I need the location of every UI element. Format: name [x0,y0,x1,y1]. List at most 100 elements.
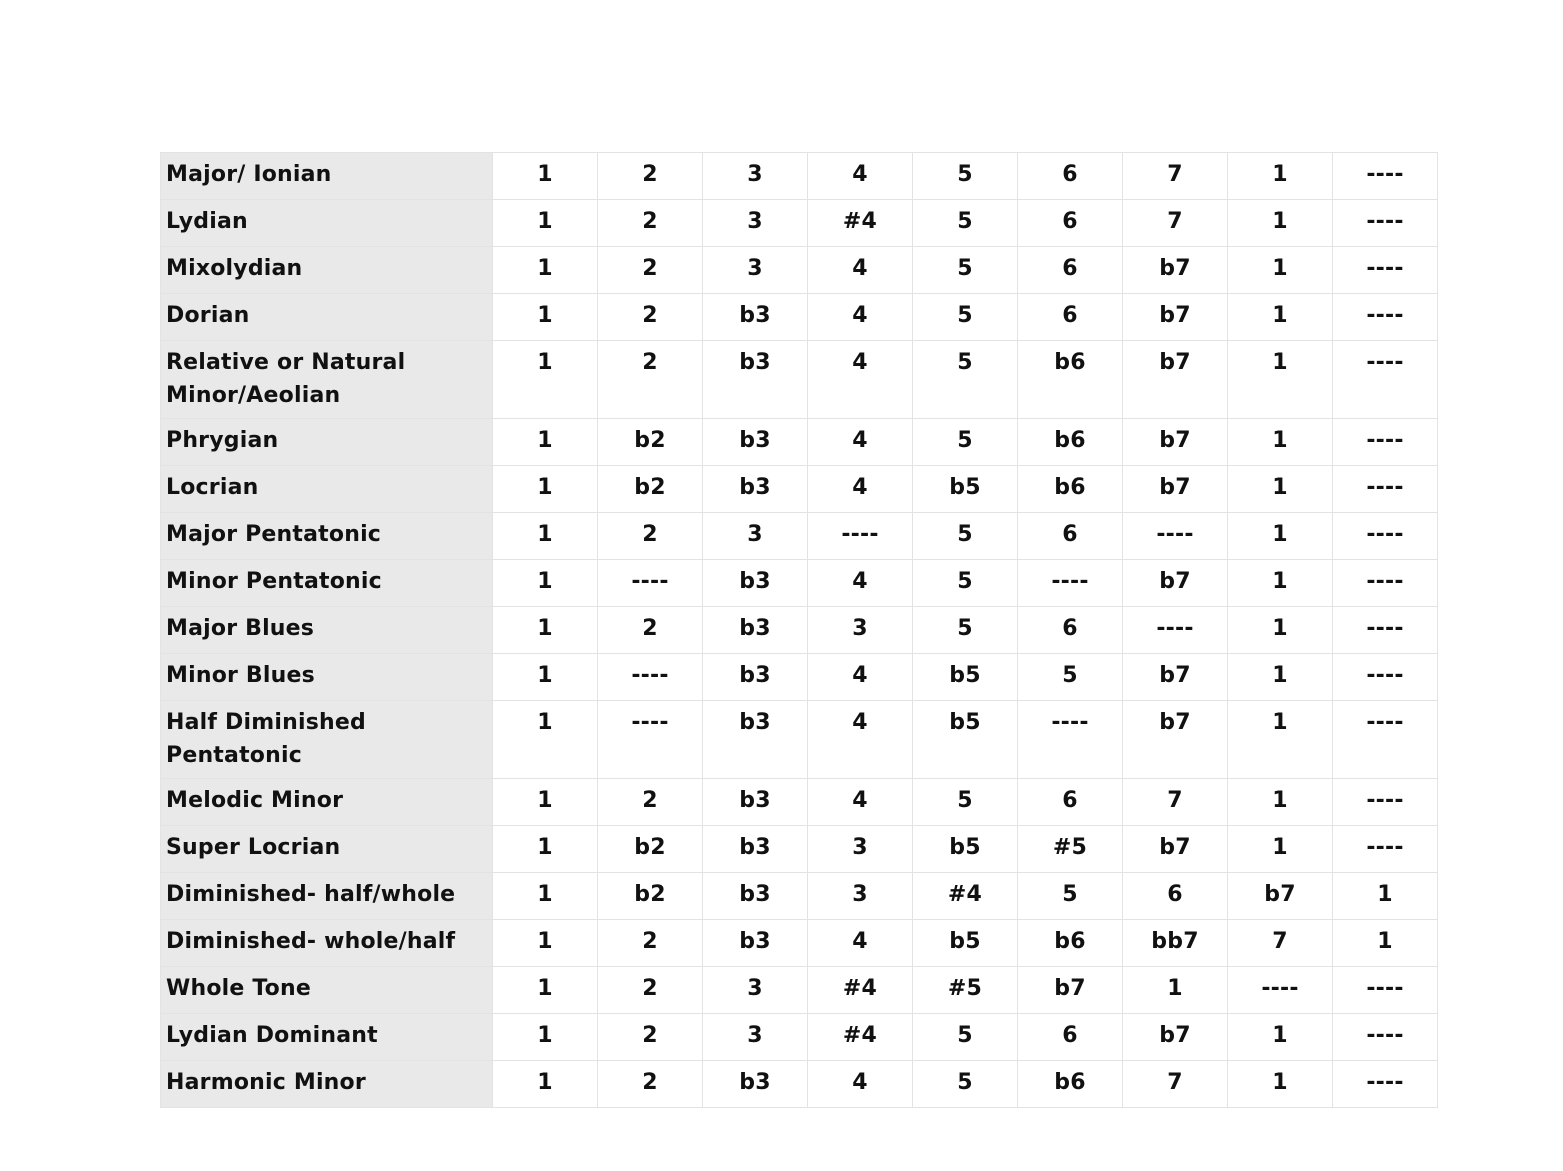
scale-degree-cell: b2 [597,418,703,466]
scale-degree-cell: b7 [1122,340,1228,419]
table-row: Harmonic Minor 1 2 b3 4 5 b6 7 1 ---- [160,1060,1438,1108]
scale-degree-cell: b6 [1017,1060,1123,1108]
table-row: Melodic Minor 1 2 b3 4 5 6 7 1 ---- [160,778,1438,826]
scale-name-cell: Lydian Dominant [160,1013,493,1061]
scale-degree-cell: 1 [492,199,598,247]
scale-degree-cell: #5 [912,966,1018,1014]
table-row: Major/ Ionian 1 2 3 4 5 6 7 1 ---- [160,152,1438,200]
scale-degree-cell: b3 [702,606,808,654]
scale-degree-cell: 1 [492,606,598,654]
scale-degree-cell: 6 [1017,512,1123,560]
scale-degree-cell: 2 [597,512,703,560]
scale-degree-cell: 1 [492,966,598,1014]
scale-degree-cell: 1 [492,559,598,607]
scale-degree-cell: 5 [912,418,1018,466]
scale-degree-cell: 1 [492,152,598,200]
scale-degree-cell: 1 [1227,512,1333,560]
scale-degree-cell: ---- [1332,1013,1438,1061]
scale-degree-cell: 3 [807,606,913,654]
scale-degree-cell: ---- [1332,418,1438,466]
scale-degree-cell: b7 [1017,966,1123,1014]
table-row: Locrian 1 b2 b3 4 b5 b6 b7 1 ---- [160,465,1438,513]
scale-name-cell: Diminished- whole/half [160,919,493,967]
scale-degree-cell: 6 [1017,246,1123,294]
table-row: Lydian Dominant 1 2 3 #4 5 6 b7 1 ---- [160,1013,1438,1061]
table-row: Major Blues 1 2 b3 3 5 6 ---- 1 ---- [160,606,1438,654]
scale-degree-cell: 1 [492,340,598,419]
scale-degree-cell: ---- [1332,606,1438,654]
scale-degree-cell: ---- [1332,465,1438,513]
scale-name-cell: Melodic Minor [160,778,493,826]
scale-degree-cell: 1 [492,653,598,701]
table-row: Super Locrian 1 b2 b3 3 b5 #5 b7 1 ---- [160,825,1438,873]
scale-degree-cell: b7 [1227,872,1333,920]
scale-degree-cell: 6 [1017,152,1123,200]
scale-degree-cell: b3 [702,919,808,967]
scale-degree-cell: 7 [1122,778,1228,826]
scale-degree-cell: b3 [702,293,808,341]
scale-degree-cell: 5 [1017,872,1123,920]
table-row: Half Diminished Pentatonic 1 ---- b3 4 b5 ----… [160,700,1438,779]
scale-degree-cell: 4 [807,653,913,701]
scale-name-cell: Major Blues [160,606,493,654]
scale-degree-cell: b5 [912,465,1018,513]
scale-degree-cell: ---- [1227,966,1333,1014]
scale-degree-cell: 1 [1227,340,1333,419]
scale-degree-cell: 5 [912,512,1018,560]
scale-name-cell: Harmonic Minor [160,1060,493,1108]
scale-degree-cell: b7 [1122,1013,1228,1061]
scale-formula-table: Major/ Ionian 1 2 3 4 5 6 7 1 ---- Lydian 1 2 3 #4 5 6 7 1… [160,152,1438,1108]
scale-degree-cell: ---- [597,700,703,779]
scale-degree-cell: 3 [702,152,808,200]
scale-degree-cell: b3 [702,778,808,826]
scale-degree-cell: ---- [807,512,913,560]
scale-degree-cell: 2 [597,1060,703,1108]
scale-degree-cell: b3 [702,559,808,607]
scale-degree-cell: b7 [1122,653,1228,701]
scale-name-cell: Minor Blues [160,653,493,701]
scale-degree-cell: ---- [1017,559,1123,607]
scale-degree-cell: 1 [1227,1013,1333,1061]
scale-degree-cell: 5 [912,559,1018,607]
scale-degree-cell: ---- [1332,778,1438,826]
scale-degree-cell: 5 [912,778,1018,826]
scale-degree-cell: 4 [807,465,913,513]
scale-degree-cell: 1 [492,1013,598,1061]
scale-degree-cell: 6 [1122,872,1228,920]
scale-degree-cell: 1 [1122,966,1228,1014]
scale-degree-cell: ---- [597,559,703,607]
scale-degree-cell: 5 [912,152,1018,200]
scale-degree-cell: 1 [492,465,598,513]
scale-degree-cell: 1 [1332,919,1438,967]
scale-degree-cell: 1 [1227,1060,1333,1108]
table-row: Diminished- whole/half 1 2 b3 4 b5 b6 bb7 7 1 [160,919,1438,967]
scale-degree-cell: 6 [1017,293,1123,341]
scale-degree-cell: 2 [597,778,703,826]
scale-degree-cell: ---- [1332,293,1438,341]
scale-degree-cell: 7 [1227,919,1333,967]
table-row: Relative or Natural Minor/Aeolian 1 2 b3 4 5 b… [160,340,1438,419]
scale-degree-cell: 1 [492,1060,598,1108]
scale-degree-cell: 6 [1017,606,1123,654]
scale-degree-cell: 1 [1227,825,1333,873]
scale-degree-cell: b3 [702,872,808,920]
scale-degree-cell: b6 [1017,465,1123,513]
scale-degree-cell: #5 [1017,825,1123,873]
scale-degree-cell: 2 [597,340,703,419]
scale-degree-cell: 4 [807,778,913,826]
scale-degree-cell: 5 [1017,653,1123,701]
scale-name-cell: Locrian [160,465,493,513]
scale-name-cell: Minor Pentatonic [160,559,493,607]
table-row: Minor Pentatonic 1 ---- b3 4 5 ---- b7 1 ---- [160,559,1438,607]
scale-degree-cell: b3 [702,653,808,701]
table-row: Diminished- half/whole 1 b2 b3 3 #4 5 6 b7 1 [160,872,1438,920]
scale-degree-cell: b7 [1122,825,1228,873]
scale-degree-cell: 1 [492,778,598,826]
scale-degree-cell: #4 [912,872,1018,920]
scale-degree-cell: ---- [1332,1060,1438,1108]
scale-degree-cell: 7 [1122,152,1228,200]
scale-degree-cell: b7 [1122,559,1228,607]
table-row: Phrygian 1 b2 b3 4 5 b6 b7 1 ---- [160,418,1438,466]
scale-degree-cell: b5 [912,700,1018,779]
scale-degree-cell: 3 [807,825,913,873]
